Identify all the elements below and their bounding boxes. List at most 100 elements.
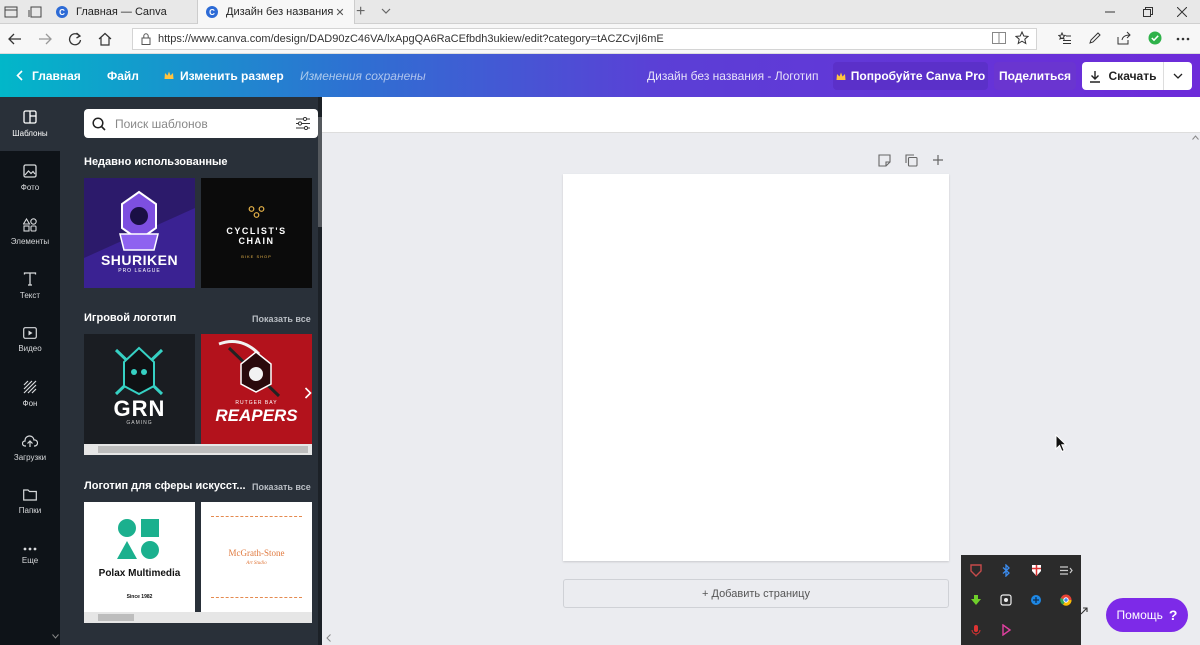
add-page-icon[interactable]: [932, 154, 944, 166]
search-input[interactable]: Поиск шаблонов: [115, 117, 296, 131]
workspace-vertical-scrollbar[interactable]: [1190, 133, 1200, 645]
chrome-icon[interactable]: [1054, 588, 1078, 612]
browser-address-bar: https://www.canva.com/design/DAD90zC46VA…: [0, 24, 1200, 54]
close-window-icon[interactable]: [1164, 0, 1200, 24]
home-button[interactable]: Главная: [16, 54, 81, 97]
nav-uploads[interactable]: Загрузки: [0, 421, 60, 475]
template-title: McGrath-Stone: [228, 548, 285, 558]
template-card-shuriken[interactable]: SHURIKEN PRO LEAGUE: [84, 178, 195, 288]
restore-icon[interactable]: [1130, 0, 1166, 24]
gaming-show-all-link[interactable]: Показать все: [252, 314, 311, 324]
scroll-up-icon[interactable]: [1192, 135, 1199, 140]
download-button[interactable]: Скачать: [1082, 62, 1192, 90]
art-horizontal-scrollbar[interactable]: [84, 612, 312, 623]
nav-label: Папки: [18, 506, 42, 515]
duplicate-icon[interactable]: [905, 154, 918, 167]
tab-manager-icon[interactable]: [4, 5, 18, 19]
saved-status: Изменения сохранены: [300, 68, 426, 83]
template-card-grn[interactable]: GRN GAMING: [84, 334, 195, 444]
tab-list-chevron-icon[interactable]: [380, 6, 392, 16]
minimize-icon[interactable]: [1092, 0, 1128, 24]
shapes-logo-icon: [117, 519, 159, 559]
reading-view-icon[interactable]: [992, 32, 1006, 44]
forward-arrow-icon[interactable]: [30, 24, 60, 54]
nav-more[interactable]: Еще: [0, 529, 60, 583]
favorites-list-icon[interactable]: [1058, 32, 1072, 45]
tab-title: Дизайн без названия –: [226, 6, 334, 18]
nav-label: Еще: [21, 556, 39, 565]
design-page[interactable]: [563, 174, 949, 561]
template-card-cyclists-chain[interactable]: CYCLIST'S CHAIN BIKE SHOP: [201, 178, 312, 288]
try-pro-label: Попробуйте Canva Pro: [850, 69, 986, 83]
refresh-icon[interactable]: [60, 24, 90, 54]
note-icon[interactable]: [878, 154, 891, 167]
network-icon[interactable]: [1054, 558, 1078, 582]
scroll-left-icon[interactable]: [326, 634, 331, 642]
favorite-star-icon[interactable]: [1015, 31, 1029, 45]
scroll-right-chevron-icon[interactable]: [304, 387, 312, 399]
template-subtitle: PRO LEAGUE: [118, 268, 161, 274]
filter-sliders-icon[interactable]: [296, 117, 310, 130]
nav-video[interactable]: Видео: [0, 313, 60, 367]
new-tab-button[interactable]: +: [356, 3, 365, 21]
chevron-left-icon: [16, 70, 23, 81]
art-section-title: Логотип для сферы искусст...: [84, 480, 246, 492]
scroll-right-chevron-icon[interactable]: [304, 557, 312, 569]
url-field[interactable]: https://www.canva.com/design/DAD90zC46VA…: [132, 28, 1037, 50]
back-arrow-icon[interactable]: [0, 24, 30, 54]
share-button[interactable]: Поделиться: [994, 62, 1076, 90]
security-icon[interactable]: [1024, 558, 1048, 582]
mouse-cursor-icon: [1055, 434, 1067, 453]
help-button[interactable]: Помощь ?: [1106, 598, 1188, 632]
template-card-polax[interactable]: Polax Multimedia Since 1982: [84, 502, 195, 612]
share-icon[interactable]: [1117, 31, 1131, 45]
file-menu-button[interactable]: Файл: [107, 54, 139, 97]
gaming-horizontal-scrollbar[interactable]: [84, 444, 312, 455]
photo-icon: [23, 164, 37, 178]
browser-tab-design[interactable]: C Дизайн без названия – ✕: [197, 0, 355, 24]
more-menu-icon[interactable]: [1176, 37, 1190, 41]
nav-folders[interactable]: Папки: [0, 475, 60, 529]
template-title: REAPERS: [215, 406, 298, 425]
nav-templates[interactable]: Шаблоны: [0, 97, 60, 151]
template-title: Polax Multimedia: [98, 568, 181, 579]
bluetooth-icon[interactable]: [994, 558, 1018, 582]
template-search[interactable]: Поиск шаблонов: [84, 109, 318, 138]
scrollbar-thumb[interactable]: [98, 446, 308, 453]
download-options-chevron-icon[interactable]: [1164, 73, 1192, 79]
download-main[interactable]: Скачать: [1082, 62, 1164, 90]
download-icon[interactable]: [964, 588, 988, 612]
settings-icon[interactable]: [994, 588, 1018, 612]
nav-photo[interactable]: Фото: [0, 151, 60, 205]
art-show-all-link[interactable]: Показать все: [252, 482, 311, 492]
close-tab-icon[interactable]: ✕: [334, 6, 346, 19]
template-subtitle: Since 1982: [126, 594, 153, 600]
crown-icon: [164, 71, 174, 80]
bike-chain-icon: [248, 206, 265, 218]
resize-button[interactable]: Изменить размер: [164, 54, 284, 97]
template-subtitle: Art Studio: [246, 561, 267, 566]
shield-icon[interactable]: [964, 558, 988, 582]
nav-elements[interactable]: Элементы: [0, 205, 60, 259]
add-page-button[interactable]: + Добавить страницу: [563, 579, 949, 608]
browser-tab-home[interactable]: C Главная — Canva: [48, 0, 196, 24]
nav-text[interactable]: Текст: [0, 259, 60, 313]
tab-back-icon[interactable]: [28, 5, 42, 19]
home-icon[interactable]: [90, 24, 120, 54]
design-title[interactable]: Дизайн без названия - Логотип: [647, 54, 819, 97]
nav-label: Шаблоны: [12, 129, 48, 138]
browser-tab-bar: C Главная — Canva C Дизайн без названия …: [0, 0, 1200, 24]
tab-title: Главная — Canva: [76, 6, 167, 18]
pen-icon[interactable]: [1088, 31, 1102, 45]
pen-tray-icon[interactable]: [994, 618, 1018, 642]
expand-arrow-icon[interactable]: [1080, 607, 1088, 615]
template-card-mcgrath-stone[interactable]: McGrath-Stone Art Studio: [201, 502, 312, 612]
try-pro-button[interactable]: Попробуйте Canva Pro: [833, 62, 988, 90]
extension-check-icon[interactable]: [1148, 31, 1162, 45]
scrollbar-thumb[interactable]: [98, 614, 134, 621]
app-icon[interactable]: [1024, 588, 1048, 612]
template-card-reapers[interactable]: RUTGER BAY REAPERS: [201, 334, 312, 444]
scroll-down-icon[interactable]: [52, 634, 59, 639]
nav-background[interactable]: Фон: [0, 367, 60, 421]
mic-icon[interactable]: [964, 618, 988, 642]
